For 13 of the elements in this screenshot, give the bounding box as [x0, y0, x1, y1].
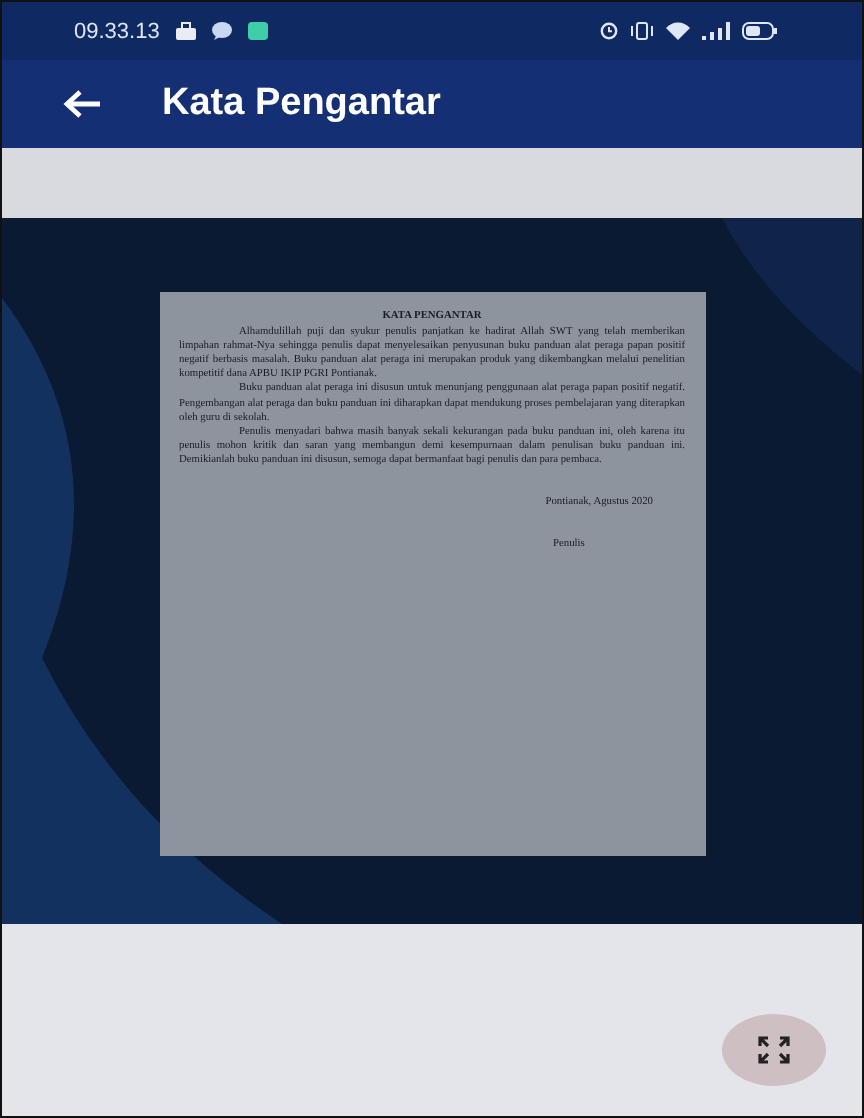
vibrate-icon	[630, 22, 654, 40]
bag-icon	[175, 22, 196, 40]
signal-icon	[702, 22, 730, 40]
battery-icon	[742, 22, 778, 40]
expand-icon	[758, 1036, 790, 1064]
chat-bubble-icon	[211, 22, 232, 40]
screen-title: Kata Pengantar	[162, 82, 441, 126]
fullscreen-button[interactable]	[722, 1014, 826, 1086]
wifi-icon	[666, 22, 690, 40]
status-time: 09.33.13	[74, 19, 160, 43]
alarm-icon	[600, 22, 618, 40]
back-arrow-icon[interactable]	[62, 88, 102, 120]
message-icon	[247, 22, 268, 40]
